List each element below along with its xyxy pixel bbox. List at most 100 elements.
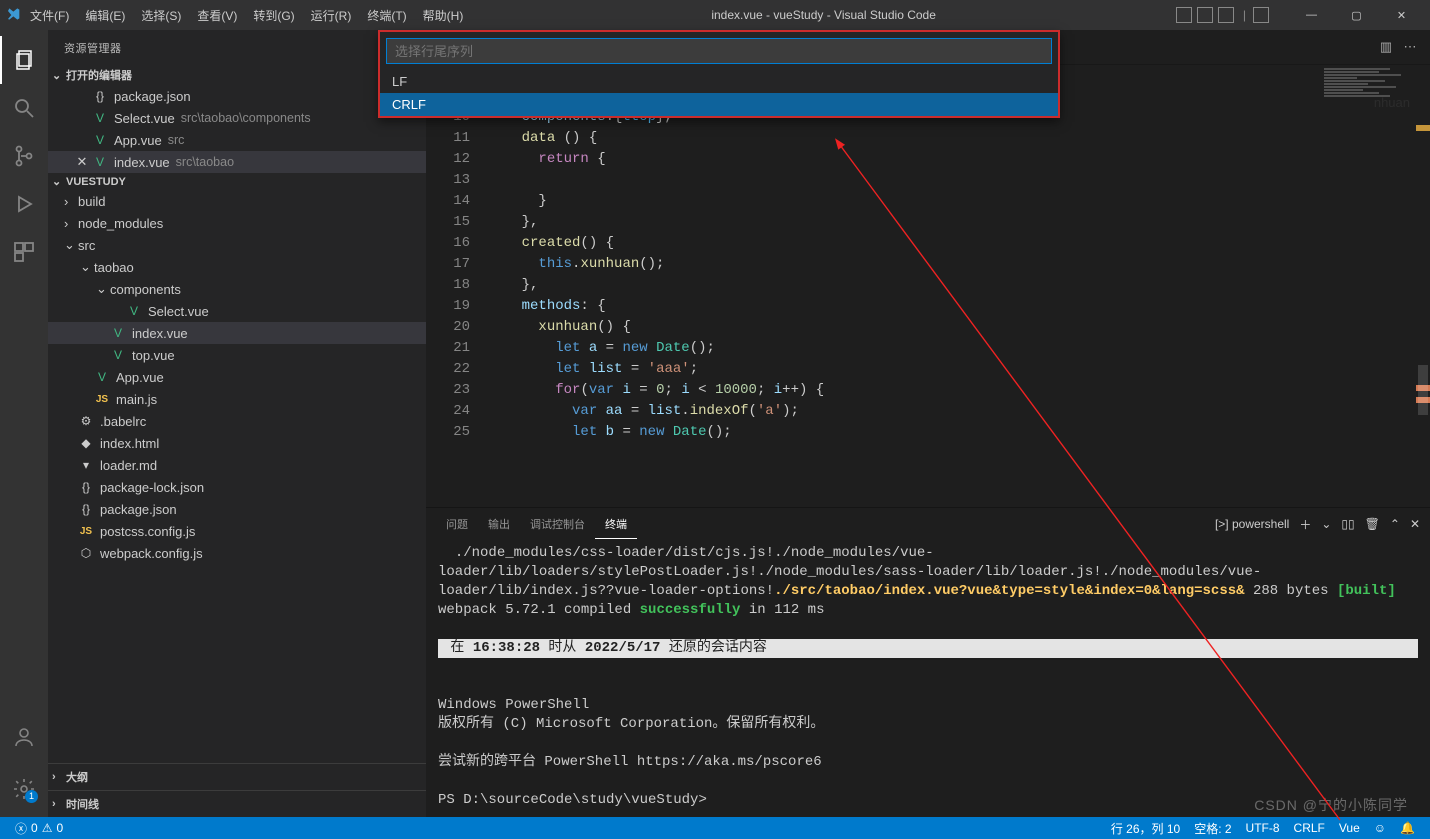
settings-gear-icon[interactable]: 1 xyxy=(0,765,48,813)
terminal[interactable]: ./node_modules/css-loader/dist/cjs.js!./… xyxy=(426,540,1430,817)
explorer-icon[interactable] xyxy=(0,36,48,84)
status-bar: ⓧ0 ⚠0 行 26，列 10 空格: 2 UTF-8 CRLF Vue ☺ 🔔 xyxy=(0,817,1430,839)
file-name: index.vue xyxy=(114,155,170,170)
more-icon[interactable]: ⋯ xyxy=(1398,39,1422,55)
file-path: src xyxy=(168,133,185,147)
menu-item[interactable]: 文件(F) xyxy=(22,5,77,27)
file-icon: V xyxy=(92,110,108,126)
kill-terminal-icon[interactable]: 🗑 xyxy=(1365,517,1380,531)
tree-item[interactable]: ▾loader.md xyxy=(48,454,426,476)
window-maximize-icon[interactable]: ▢ xyxy=(1334,0,1379,30)
status-errors[interactable]: ⓧ0 ⚠0 xyxy=(8,820,70,837)
quick-pick-item[interactable]: CRLF xyxy=(380,93,1058,116)
status-language[interactable]: Vue xyxy=(1332,821,1367,835)
status-cursor[interactable]: 行 26，列 10 xyxy=(1104,820,1187,837)
split-terminal-icon[interactable]: ▯▯ xyxy=(1341,517,1354,531)
extensions-icon[interactable] xyxy=(0,228,48,276)
minimap[interactable] xyxy=(1318,67,1428,167)
file-icon: ▾ xyxy=(78,457,94,473)
chevron-icon: ⌄ xyxy=(96,281,110,297)
panel-tab[interactable]: 终端 xyxy=(595,510,637,539)
tree-item[interactable]: ⌄src xyxy=(48,234,426,256)
tree-item-label: index.html xyxy=(100,436,159,451)
chevron-icon: ⌄ xyxy=(64,237,78,253)
chevron-icon: ⌄ xyxy=(80,259,94,275)
tree-item[interactable]: JS main.js xyxy=(48,388,426,410)
feedback-icon[interactable]: ☺ xyxy=(1367,821,1393,835)
file-path: src\taobao xyxy=(176,155,234,169)
file-icon: ⚙ xyxy=(78,413,94,429)
terminal-dropdown-icon[interactable]: ⌄ xyxy=(1321,517,1331,531)
tree-item-label: main.js xyxy=(116,392,157,407)
status-eol[interactable]: CRLF xyxy=(1287,821,1332,835)
menu-item[interactable]: 查看(V) xyxy=(189,5,245,27)
file-icon: JS xyxy=(94,391,110,407)
open-editor-item[interactable]: VSelect.vuesrc\taobao\components xyxy=(48,107,426,129)
menu-item[interactable]: 运行(R) xyxy=(303,5,360,27)
tree-item[interactable]: ›node_modules xyxy=(48,212,426,234)
notifications-icon[interactable]: 🔔 xyxy=(1393,821,1422,835)
quick-pick-input[interactable] xyxy=(386,38,1052,64)
tree-item-label: top.vue xyxy=(132,348,175,363)
code-editor[interactable]: 8910111213141516171819202122232425 impor… xyxy=(426,65,1430,507)
file-icon: V xyxy=(94,369,110,385)
tree-item[interactable]: JSpostcss.config.js xyxy=(48,520,426,542)
close-icon[interactable]: ✕ xyxy=(74,154,90,170)
file-icon: ◆ xyxy=(78,435,94,451)
layout-icon[interactable] xyxy=(1218,7,1234,23)
status-encoding[interactable]: UTF-8 xyxy=(1239,821,1287,835)
tree-item[interactable]: {} package-lock.json xyxy=(48,476,426,498)
tree-item[interactable]: VSelect.vue xyxy=(48,300,426,322)
timeline-section[interactable]: ›时间线 xyxy=(48,790,426,817)
source-control-icon[interactable] xyxy=(0,132,48,180)
account-icon[interactable] xyxy=(0,713,48,761)
menu-item[interactable]: 终端(T) xyxy=(359,5,414,27)
tree-item[interactable]: ◆ index.html xyxy=(48,432,426,454)
split-editor-icon[interactable]: ▥ xyxy=(1374,39,1398,55)
run-debug-icon[interactable] xyxy=(0,180,48,228)
tree-item[interactable]: ⌄taobao xyxy=(48,256,426,278)
app-title: index.vue - vueStudy - Visual Studio Cod… xyxy=(471,8,1176,22)
window-close-icon[interactable]: ✕ xyxy=(1379,0,1424,30)
new-terminal-icon[interactable]: ＋ xyxy=(1299,516,1311,533)
panel-maximize-icon[interactable]: ⌃ xyxy=(1390,517,1400,531)
layout-icon[interactable] xyxy=(1176,7,1192,23)
tree-item[interactable]: {} package.json xyxy=(48,498,426,520)
tree-item[interactable]: VApp.vue xyxy=(48,366,426,388)
terminal-profile[interactable]: [>] powershell xyxy=(1215,517,1289,531)
tree-item-label: package.json xyxy=(100,502,177,517)
tree-item[interactable]: ⬡webpack.config.js xyxy=(48,542,426,564)
file-icon: ⬡ xyxy=(78,545,94,561)
panel-tab[interactable]: 输出 xyxy=(478,510,520,538)
open-editor-item[interactable]: ✕Vindex.vuesrc\taobao xyxy=(48,151,426,173)
tree-item[interactable]: Vtop.vue xyxy=(48,344,426,366)
window-minimize-icon[interactable]: — xyxy=(1289,0,1334,30)
menu-item[interactable]: 编辑(E) xyxy=(77,5,133,27)
quick-pick: LFCRLF xyxy=(378,30,1060,118)
chevron-icon: › xyxy=(64,194,78,209)
layout-controls[interactable]: | xyxy=(1176,7,1271,23)
tree-item[interactable]: ⌄components xyxy=(48,278,426,300)
file-icon: V xyxy=(126,303,142,319)
panel-close-icon[interactable]: ✕ xyxy=(1410,517,1420,531)
menu-item[interactable]: 选择(S) xyxy=(133,5,189,27)
quick-pick-item[interactable]: LF xyxy=(380,70,1058,93)
open-editor-item[interactable]: {} package.json xyxy=(48,85,426,107)
editor-scrollbar[interactable] xyxy=(1416,65,1430,507)
panel-tab[interactable]: 调试控制台 xyxy=(520,510,595,538)
status-spaces[interactable]: 空格: 2 xyxy=(1187,820,1238,837)
tree-item[interactable]: Vindex.vue xyxy=(48,322,426,344)
layout-icon[interactable] xyxy=(1197,7,1213,23)
menu-item[interactable]: 转到(G) xyxy=(245,5,302,27)
search-icon[interactable] xyxy=(0,84,48,132)
file-icon: {} xyxy=(92,88,108,104)
layout-icon[interactable] xyxy=(1253,7,1269,23)
outline-section[interactable]: ›大纲 xyxy=(48,763,426,790)
tree-item[interactable]: ›build xyxy=(48,190,426,212)
menu-item[interactable]: 帮助(H) xyxy=(415,5,472,27)
tree-item[interactable]: ⚙.babelrc xyxy=(48,410,426,432)
open-editor-item[interactable]: VApp.vuesrc xyxy=(48,129,426,151)
project-section[interactable]: ⌄VUESTUDY xyxy=(48,173,426,190)
panel-tab[interactable]: 问题 xyxy=(436,510,478,538)
open-editors-section[interactable]: ⌄打开的编辑器 xyxy=(48,65,426,85)
